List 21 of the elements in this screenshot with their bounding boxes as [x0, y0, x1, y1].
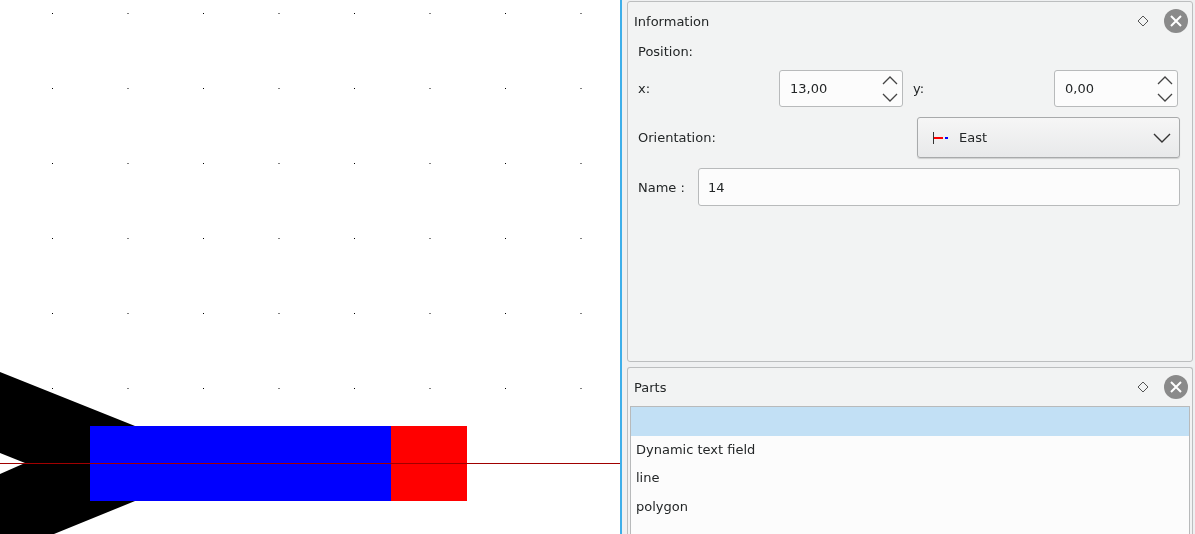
close-icon[interactable] [1164, 375, 1188, 399]
panel-title: Information [634, 13, 711, 29]
chevron-down-icon [1153, 132, 1171, 143]
x-label: x: [638, 81, 652, 96]
orientation-dropdown[interactable]: East [917, 117, 1180, 158]
y-label: y: [913, 81, 926, 96]
name-field[interactable]: 14 [698, 168, 1180, 206]
list-item[interactable]: Dynamic text field [631, 435, 1189, 464]
list-item[interactable]: line [631, 464, 1189, 493]
float-icon[interactable] [1137, 15, 1149, 27]
east-terminal-icon [933, 131, 949, 144]
close-icon[interactable] [1164, 9, 1188, 33]
float-icon[interactable] [1137, 381, 1149, 393]
x-spinbox[interactable]: 13,00 [779, 70, 903, 107]
panel-title: Parts [634, 379, 668, 395]
drawing-canvas[interactable] [0, 0, 622, 534]
position-label: Position: [638, 44, 693, 59]
y-spinbox[interactable]: 0,00 [1054, 70, 1178, 107]
name-label: Name : [638, 179, 686, 195]
orientation-label: Orientation: [638, 130, 717, 145]
list-item[interactable]: polygon [631, 492, 1189, 521]
